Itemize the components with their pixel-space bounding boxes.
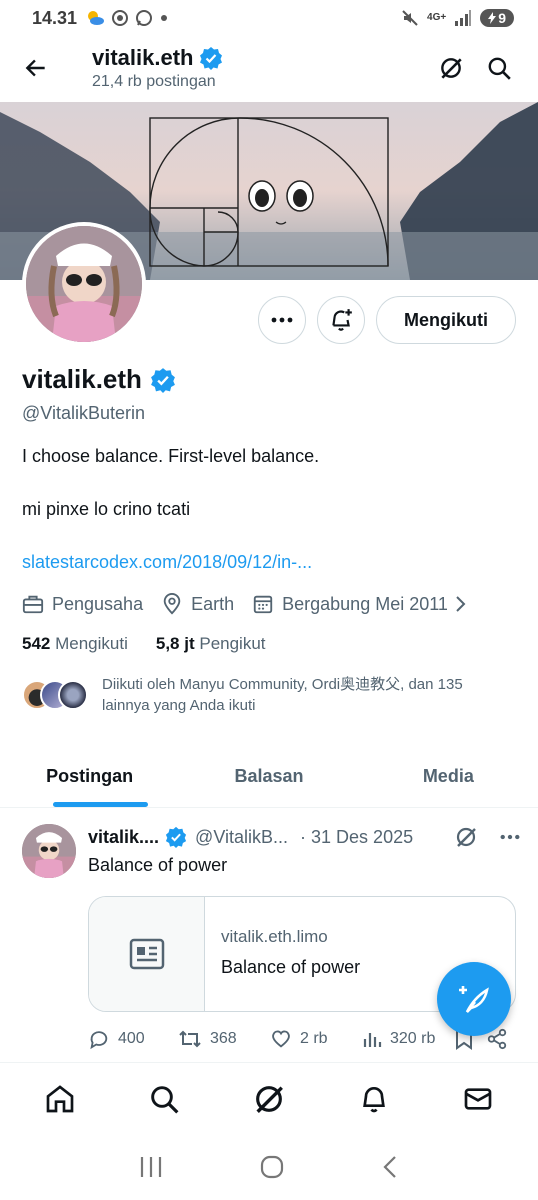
calendar-icon (253, 595, 273, 614)
signal-icon (455, 10, 472, 26)
reply-button[interactable]: 400 (88, 1028, 178, 1050)
post-avatar[interactable] (22, 824, 76, 878)
bio-line-1: I choose balance. First-level balance. (22, 446, 320, 466)
following-count-link[interactable]: 542 Mengikuti (22, 634, 128, 654)
profile-joined: Bergabung Mei 2011 (282, 593, 448, 614)
bell-icon[interactable] (358, 1083, 390, 1115)
analytics-icon (363, 1033, 382, 1047)
chrome-icon (112, 10, 129, 26)
chevron-right-icon[interactable] (454, 595, 466, 613)
grok-icon[interactable] (252, 1082, 286, 1116)
reply-icon (90, 1031, 108, 1050)
bell-plus-icon (332, 309, 352, 331)
profile-avatar[interactable] (22, 222, 146, 346)
follower-avatar (58, 680, 88, 710)
tab-posts[interactable]: Postingan (0, 746, 179, 807)
bottom-navigation (0, 1062, 538, 1134)
follow-counts: 542 Mengikuti 5,8 jt Pengikut (22, 634, 266, 654)
home-icon[interactable] (44, 1083, 76, 1115)
views-button[interactable]: 320 rb (362, 1029, 452, 1049)
weather-icon (88, 11, 105, 25)
avatar-image (26, 226, 142, 342)
repost-icon (179, 1030, 201, 1048)
article-icon (129, 938, 164, 970)
tab-replies[interactable]: Balasan (179, 746, 358, 807)
location-pin-icon (163, 593, 181, 615)
profile-header: vitalik.eth 21,4 rb postingan (0, 36, 538, 100)
dot-icon (161, 15, 168, 21)
like-button[interactable]: 2 rb (270, 1028, 362, 1050)
whatsapp-icon (136, 10, 153, 26)
followers-count-link[interactable]: 5,8 jt Pengikut (156, 634, 266, 654)
verified-badge-icon (165, 826, 187, 848)
arrow-left-icon (25, 59, 45, 77)
search-icon[interactable] (486, 55, 512, 81)
grok-icon[interactable] (438, 55, 464, 81)
mail-icon[interactable] (462, 1083, 494, 1115)
back-chevron-icon[interactable] (380, 1154, 400, 1180)
post-header: vitalik.... @VitalikB... · 31 Des 2025 (88, 824, 520, 850)
post-date[interactable]: · 31 Des 2025 (300, 827, 413, 848)
user-handle: @VitalikButerin (22, 403, 145, 423)
post-count: 21,4 rb postingan (92, 73, 216, 90)
system-navigation-bar (0, 1134, 538, 1200)
back-button[interactable] (18, 50, 54, 86)
avatar-image (22, 824, 76, 878)
home-circle-icon[interactable] (259, 1154, 285, 1180)
mute-icon (402, 10, 418, 26)
card-domain: vitalik.eth.limo (221, 927, 328, 946)
display-name: vitalik.eth (22, 364, 142, 394)
card-title: Balance of power (221, 957, 361, 977)
profile-location: Earth (191, 593, 235, 614)
profile-link[interactable]: slatestarcodex.com/2018/09/12/in-... (22, 552, 312, 573)
post-author-handle: @VitalikB... (195, 826, 289, 847)
briefcase-icon (22, 595, 44, 614)
following-button[interactable]: Mengikuti (376, 296, 516, 344)
more-horizontal-icon[interactable] (500, 834, 520, 840)
compose-post-button[interactable] (437, 962, 511, 1036)
tab-media[interactable]: Media (359, 746, 538, 807)
profile-category: Pengusaha (52, 593, 144, 614)
verified-badge-icon (200, 47, 223, 70)
more-options-button[interactable] (258, 296, 306, 344)
network-type: 4G+ (427, 12, 447, 23)
post-text: Balance of power (88, 855, 228, 875)
charging-icon (488, 12, 497, 24)
verified-badge-icon[interactable] (150, 367, 176, 393)
profile-meta: Pengusaha Earth Bergabung Mei 2011 (22, 593, 466, 615)
repost-button[interactable]: 368 (178, 1028, 270, 1050)
followed-by-section[interactable]: Diikuti oleh Manyu Community, Ordi奥迪教父, … (22, 674, 492, 716)
header-title: vitalik.eth (92, 45, 194, 70)
post-author-name[interactable]: vitalik.... (88, 827, 159, 848)
status-bar: 14.31 4G+ 9 (0, 0, 538, 36)
notifications-subscribe-button[interactable] (317, 296, 365, 344)
compose-feather-icon (459, 986, 489, 1013)
grok-icon[interactable] (454, 825, 478, 849)
status-time: 14.31 (32, 7, 78, 28)
bio-line-2: mi pinxe lo crino tcati (22, 499, 191, 519)
followed-by-text: Diikuti oleh Manyu Community, Ordi奥迪教父, … (102, 676, 463, 714)
more-horizontal-icon (271, 317, 293, 323)
profile-tabs: Postingan Balasan Media (0, 746, 538, 808)
search-icon[interactable] (148, 1083, 180, 1115)
recent-apps-icon[interactable] (138, 1155, 164, 1179)
battery-indicator: 9 (480, 9, 514, 27)
heart-icon (272, 1030, 290, 1048)
